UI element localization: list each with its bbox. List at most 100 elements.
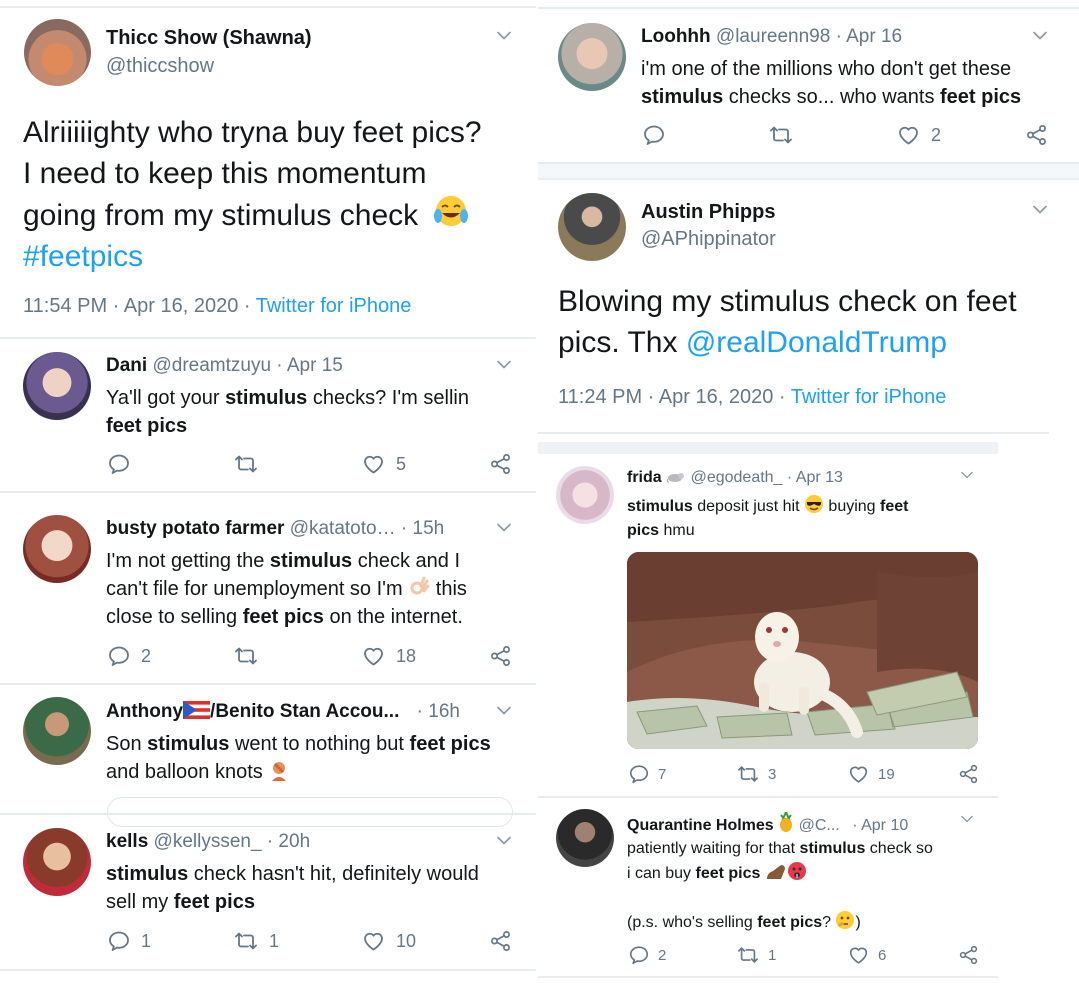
chevron-down-icon[interactable] [497, 31, 511, 40]
hashtag-link[interactable]: #feetpics [23, 236, 482, 277]
avatar[interactable] [556, 466, 614, 524]
author-name[interactable]: Anthony [106, 701, 183, 722]
chevron-down-icon[interactable] [497, 360, 511, 369]
author-name[interactable]: Thicc Show (Shawna) [106, 27, 312, 50]
retweet-action[interactable]: 1 [233, 929, 279, 953]
divider [0, 969, 536, 971]
share-icon [957, 763, 980, 785]
retweet-action[interactable]: 3 [736, 763, 776, 785]
foot-emoji-icon [766, 865, 785, 879]
share-action[interactable] [957, 944, 980, 966]
text-bold: stimulus [641, 86, 724, 108]
reply-action[interactable] [642, 123, 666, 147]
text-span: I'm not getting the [106, 550, 270, 572]
like-action[interactable]: 19 [847, 763, 895, 785]
text-line: i'm one of the millions who don't get th… [641, 58, 1012, 80]
pineapple-emoji-icon [780, 812, 793, 832]
author-handle[interactable]: @egodeath_ · Apr 13 [691, 469, 843, 486]
reply-header: Anthony/Benito Stan Accou... · 16h [106, 701, 460, 723]
reply-action[interactable]: 1 [107, 929, 151, 953]
like-action[interactable]: 2 [896, 123, 941, 147]
author-name-suffix[interactable]: /Benito Stan Accou... [210, 701, 399, 722]
text-span: buying [823, 498, 881, 515]
share-icon [957, 944, 980, 966]
sunglasses-emoji-icon [804, 495, 823, 513]
share-action[interactable] [957, 763, 980, 785]
author-handle[interactable]: @laureenn98 · Apr 16 [716, 26, 902, 47]
avatar[interactable] [558, 193, 626, 261]
show-more-pill[interactable] [107, 797, 513, 827]
avatar[interactable] [23, 515, 91, 583]
reply-action[interactable]: 2 [107, 644, 151, 668]
source-link[interactable]: Twitter for iPhone [256, 295, 412, 317]
author-handle[interactable]: @thiccshow [106, 55, 214, 78]
author-handle[interactable]: @katatoto… [290, 518, 396, 539]
author-handle[interactable]: @C... [799, 817, 840, 834]
chevron-down-icon[interactable] [1033, 31, 1047, 40]
retweet-action[interactable] [233, 644, 259, 668]
author-name[interactable]: frida [627, 469, 662, 486]
reply-action[interactable] [107, 452, 131, 476]
retweet-action[interactable] [768, 123, 794, 147]
author-handle[interactable]: @APhippinator [641, 228, 776, 251]
text-bold: stimulus [106, 863, 189, 885]
like-action[interactable]: 10 [361, 929, 416, 953]
like-action[interactable]: 18 [361, 644, 416, 668]
avatar[interactable] [556, 809, 614, 867]
author-name[interactable]: Austin Phipps [641, 201, 775, 224]
reply-text: patiently waiting for that stimulus chec… [627, 837, 933, 935]
text-bold: feet pics [940, 86, 1022, 108]
author-name[interactable]: busty potato farmer [106, 518, 284, 539]
text-bold: feet pics [173, 891, 255, 913]
reply-time: · 16h [416, 701, 460, 722]
author-name[interactable]: kells [106, 831, 148, 852]
author-name[interactable]: Loohhh [641, 26, 711, 47]
share-icon [488, 644, 513, 668]
retweet-action[interactable] [233, 452, 259, 476]
text-bold: feet [880, 498, 909, 515]
chevron-down-icon[interactable] [497, 523, 511, 532]
mention-link[interactable]: @realDonaldTrump [686, 326, 947, 359]
right-panel: Loohhh @laureenn98 · Apr 16 i'm one of t… [538, 0, 1079, 983]
chevron-down-icon[interactable] [961, 815, 973, 823]
chevron-down-icon[interactable] [1033, 205, 1047, 214]
retweet-count: 3 [768, 765, 777, 783]
text-bold: pics [627, 522, 660, 539]
avatar[interactable] [558, 23, 626, 91]
author-handle[interactable]: @dreamtzuyu · Apr 15 [152, 355, 342, 376]
separator-band [538, 442, 998, 454]
author-name[interactable]: Quarantine Holmes [627, 817, 774, 834]
reply-action[interactable]: 7 [628, 763, 666, 785]
retweet-count: 1 [269, 930, 280, 951]
author-name[interactable]: Dani [106, 355, 147, 376]
avatar[interactable] [23, 828, 91, 896]
like-action[interactable]: 5 [361, 452, 406, 476]
share-action[interactable] [488, 644, 513, 668]
divider [538, 178, 1079, 180]
retweet-action[interactable]: 1 [736, 944, 776, 966]
heart-icon [361, 929, 386, 953]
chevron-down-icon[interactable] [961, 471, 973, 479]
text-span: on the internet. [323, 606, 463, 628]
text-span: deposit just hit [692, 498, 804, 515]
divider [538, 432, 1049, 434]
separator-band [538, 164, 1079, 178]
author-handle[interactable]: @kellyssen_ · 20h [154, 831, 311, 852]
source-link[interactable]: Twitter for iPhone [791, 386, 947, 408]
share-action[interactable] [488, 452, 513, 476]
share-action[interactable] [1024, 123, 1049, 147]
avatar[interactable] [23, 352, 91, 420]
chevron-down-icon[interactable] [497, 836, 511, 845]
avatar[interactable] [23, 697, 91, 765]
text-span: check hasn't hit, definitely would [188, 863, 479, 885]
reply-action[interactable]: 2 [628, 944, 666, 966]
ferret-on-money-image [627, 552, 978, 749]
person-facepalming-emoji-icon [272, 762, 287, 781]
tears-of-joy-emoji-icon [434, 196, 469, 226]
avatar[interactable] [24, 19, 91, 86]
chevron-down-icon[interactable] [497, 706, 511, 715]
share-action[interactable] [488, 929, 513, 953]
reply-header: Quarantine Holmes @C... · Apr 10 [627, 812, 908, 835]
attached-photo[interactable] [627, 552, 978, 749]
like-action[interactable]: 6 [847, 944, 886, 966]
